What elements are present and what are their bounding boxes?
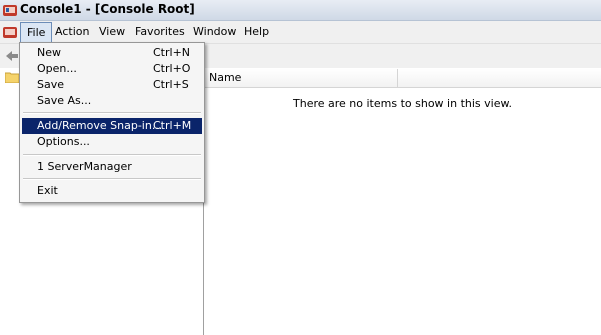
column-header-filler — [398, 69, 601, 87]
menu-window[interactable]: Window — [187, 23, 242, 41]
menu-item-label: Save — [37, 78, 65, 91]
menu-item-shortcut: Ctrl+N — [153, 46, 191, 59]
column-header-name[interactable]: Name — [204, 69, 398, 87]
menu-view[interactable]: View — [93, 23, 131, 41]
menu-item-label: Save As... — [37, 94, 92, 107]
menu-item-label: 1 ServerManager — [37, 160, 132, 173]
menu-separator — [23, 112, 201, 114]
empty-message: There are no items to show in this view. — [293, 97, 512, 110]
menu-action[interactable]: Action — [49, 23, 95, 41]
menu-item-shortcut: Ctrl+M — [153, 119, 192, 132]
file-menu-dropdown: New Ctrl+N Open... Ctrl+O Save Ctrl+S Sa… — [19, 42, 205, 203]
menu-separator — [23, 178, 201, 180]
menu-item-recent-servermanager[interactable]: 1 ServerManager — [22, 159, 202, 175]
menu-item-new[interactable]: New Ctrl+N — [22, 45, 202, 61]
menu-favorites[interactable]: Favorites — [129, 23, 191, 41]
menu-item-open[interactable]: Open... Ctrl+O — [22, 61, 202, 77]
folder-icon[interactable] — [5, 71, 19, 83]
menu-item-label: Options... — [37, 135, 90, 148]
menu-item-add-remove-snap-in[interactable]: Add/Remove Snap-in... Ctrl+M — [22, 118, 202, 134]
title-bar: Console1 - [Console Root] — [0, 0, 601, 21]
menu-item-shortcut: Ctrl+O — [153, 62, 191, 75]
menu-item-label: Open... — [37, 62, 77, 75]
console-child-icon[interactable] — [2, 24, 18, 40]
back-arrow-icon[interactable] — [4, 48, 20, 64]
menu-item-label: Exit — [37, 184, 58, 197]
results-pane[interactable]: Name There are no items to show in this … — [204, 68, 601, 335]
menu-item-label: Add/Remove Snap-in... — [37, 119, 163, 132]
window-title: Console1 - [Console Root] — [20, 2, 195, 16]
menu-bar: File Action View Favorites Window Help — [0, 21, 601, 43]
menu-item-options[interactable]: Options... — [22, 134, 202, 150]
menu-item-exit[interactable]: Exit — [22, 183, 202, 199]
menu-file[interactable]: File — [20, 22, 53, 43]
list-header: Name — [204, 69, 601, 88]
menu-item-label: New — [37, 46, 61, 59]
menu-help[interactable]: Help — [238, 23, 275, 41]
menu-separator — [23, 154, 201, 156]
menu-item-save[interactable]: Save Ctrl+S — [22, 77, 202, 93]
mmc-console-icon — [3, 5, 17, 16]
menu-item-shortcut: Ctrl+S — [153, 78, 189, 91]
menu-item-save-as[interactable]: Save As... — [22, 93, 202, 109]
